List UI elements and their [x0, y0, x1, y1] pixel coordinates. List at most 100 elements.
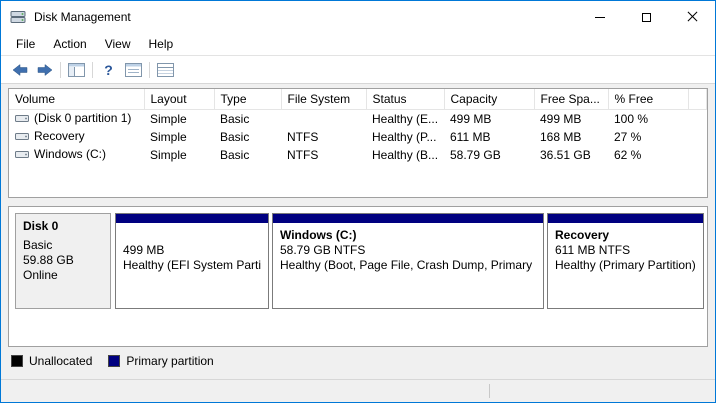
partitions-strip: 499 MB Healthy (EFI System Partiti Windo… — [115, 213, 704, 309]
partition-body: Recovery 611 MB NTFS Healthy (Primary Pa… — [548, 223, 703, 273]
disk-name: Disk 0 — [23, 219, 103, 234]
toolbar-separator — [149, 62, 150, 78]
volumes-table: Volume Layout Type File System Status Ca… — [9, 89, 707, 164]
column-type[interactable]: Type — [214, 89, 281, 109]
disk-management-window: Disk Management File Action View Help — [0, 0, 716, 403]
column-percent-free[interactable]: % Free — [608, 89, 688, 109]
cell-status: Healthy (B... — [366, 146, 444, 164]
volume-drive-icon — [15, 112, 29, 127]
back-icon — [12, 63, 28, 77]
partition-body: 499 MB Healthy (EFI System Partiti — [116, 223, 268, 273]
cell-percent-free: 62 % — [608, 146, 688, 164]
cell-file-system — [281, 109, 366, 128]
volume-row-efi[interactable]: (Disk 0 partition 1) Simple Basic Health… — [9, 109, 707, 128]
cell-status: Healthy (P... — [366, 128, 444, 146]
disk-management-icon — [10, 9, 26, 25]
cell-volume: Windows (C:) — [9, 146, 144, 164]
minimize-icon — [595, 17, 605, 18]
forward-icon — [37, 63, 53, 77]
partition-windows-c[interactable]: Windows (C:) 58.79 GB NTFS Healthy (Boot… — [272, 213, 544, 309]
statusbar-divider — [489, 384, 490, 398]
menubar: File Action View Help — [1, 33, 715, 56]
cell-capacity: 58.79 GB — [444, 146, 534, 164]
help-icon: ? — [104, 63, 113, 77]
volume-drive-icon — [15, 130, 29, 145]
partition-recovery[interactable]: Recovery 611 MB NTFS Healthy (Primary Pa… — [547, 213, 704, 309]
partition-status: Healthy (Primary Partition) — [555, 258, 696, 273]
disk0-row: Disk 0 Basic 59.88 GB Online 499 MB Heal… — [15, 213, 701, 309]
disk-status: Online — [23, 268, 103, 283]
primary-partition-swatch-icon — [108, 355, 120, 367]
partition-status: Healthy (Boot, Page File, Crash Dump, Pr… — [280, 258, 536, 273]
details-view-button[interactable] — [153, 59, 178, 81]
menu-action[interactable]: Action — [44, 34, 95, 54]
cell-filler — [688, 146, 707, 164]
partition-size: 499 MB — [123, 243, 261, 258]
cell-status: Healthy (E... — [366, 109, 444, 128]
partition-title — [123, 228, 261, 243]
legend-label-unallocated: Unallocated — [29, 354, 92, 368]
partition-body: Windows (C:) 58.79 GB NTFS Healthy (Boot… — [273, 223, 543, 273]
properties-window-icon — [125, 63, 142, 77]
volumes-panel: Volume Layout Type File System Status Ca… — [8, 88, 708, 198]
help-button[interactable]: ? — [96, 59, 121, 81]
column-layout[interactable]: Layout — [144, 89, 214, 109]
partition-title: Recovery — [555, 228, 696, 243]
menu-help[interactable]: Help — [140, 34, 183, 54]
cell-layout: Simple — [144, 128, 214, 146]
menu-view[interactable]: View — [96, 34, 140, 54]
toolbar: ? — [1, 56, 715, 84]
legend-label-primary-partition: Primary partition — [126, 354, 213, 368]
cell-volume: Recovery — [9, 128, 144, 146]
cell-type: Basic — [214, 146, 281, 164]
volume-name: Recovery — [34, 129, 85, 143]
cell-file-system: NTFS — [281, 128, 366, 146]
column-free-space[interactable]: Free Spa... — [534, 89, 608, 109]
disk0-header[interactable]: Disk 0 Basic 59.88 GB Online — [15, 213, 111, 309]
cell-capacity: 611 MB — [444, 128, 534, 146]
statusbar — [1, 379, 715, 402]
cell-filler — [688, 109, 707, 128]
partition-size: 58.79 GB NTFS — [280, 243, 536, 258]
primary-partition-bar — [273, 214, 543, 223]
primary-partition-bar — [548, 214, 703, 223]
toolbar-separator — [60, 62, 61, 78]
toolbar-separator — [92, 62, 93, 78]
cell-volume: (Disk 0 partition 1) — [9, 109, 144, 128]
cell-layout: Simple — [144, 146, 214, 164]
back-button[interactable] — [7, 59, 32, 81]
show-console-tree-icon — [68, 63, 85, 77]
volume-row-recovery[interactable]: Recovery Simple Basic NTFS Healthy (P...… — [9, 128, 707, 146]
volume-name: (Disk 0 partition 1) — [34, 111, 131, 125]
cell-percent-free: 27 % — [608, 128, 688, 146]
close-icon — [686, 11, 698, 23]
cell-filler — [688, 128, 707, 146]
disk-type: Basic — [23, 238, 103, 253]
titlebar[interactable]: Disk Management — [1, 1, 715, 33]
forward-button[interactable] — [32, 59, 57, 81]
cell-free-space: 36.51 GB — [534, 146, 608, 164]
disk-graphical-panel: Disk 0 Basic 59.88 GB Online 499 MB Heal… — [8, 206, 708, 347]
partition-efi-system[interactable]: 499 MB Healthy (EFI System Partiti — [115, 213, 269, 309]
partition-title: Windows (C:) — [280, 228, 536, 243]
column-volume[interactable]: Volume — [9, 89, 144, 109]
primary-partition-bar — [116, 214, 268, 223]
column-capacity[interactable]: Capacity — [444, 89, 534, 109]
minimize-button[interactable] — [577, 1, 623, 33]
volumes-header-row: Volume Layout Type File System Status Ca… — [9, 89, 707, 109]
disk-size: 59.88 GB — [23, 253, 103, 268]
maximize-button[interactable] — [623, 1, 669, 33]
partition-size: 611 MB NTFS — [555, 243, 696, 258]
cell-capacity: 499 MB — [444, 109, 534, 128]
column-status[interactable]: Status — [366, 89, 444, 109]
column-file-system[interactable]: File System — [281, 89, 366, 109]
properties-button[interactable] — [121, 59, 146, 81]
details-view-icon — [157, 63, 174, 77]
menu-file[interactable]: File — [7, 34, 44, 54]
show-console-tree-button[interactable] — [64, 59, 89, 81]
volume-row-windows-c[interactable]: Windows (C:) Simple Basic NTFS Healthy (… — [9, 146, 707, 164]
column-filler — [688, 89, 707, 109]
maximize-icon — [642, 13, 651, 22]
cell-type: Basic — [214, 109, 281, 128]
close-button[interactable] — [669, 1, 715, 33]
